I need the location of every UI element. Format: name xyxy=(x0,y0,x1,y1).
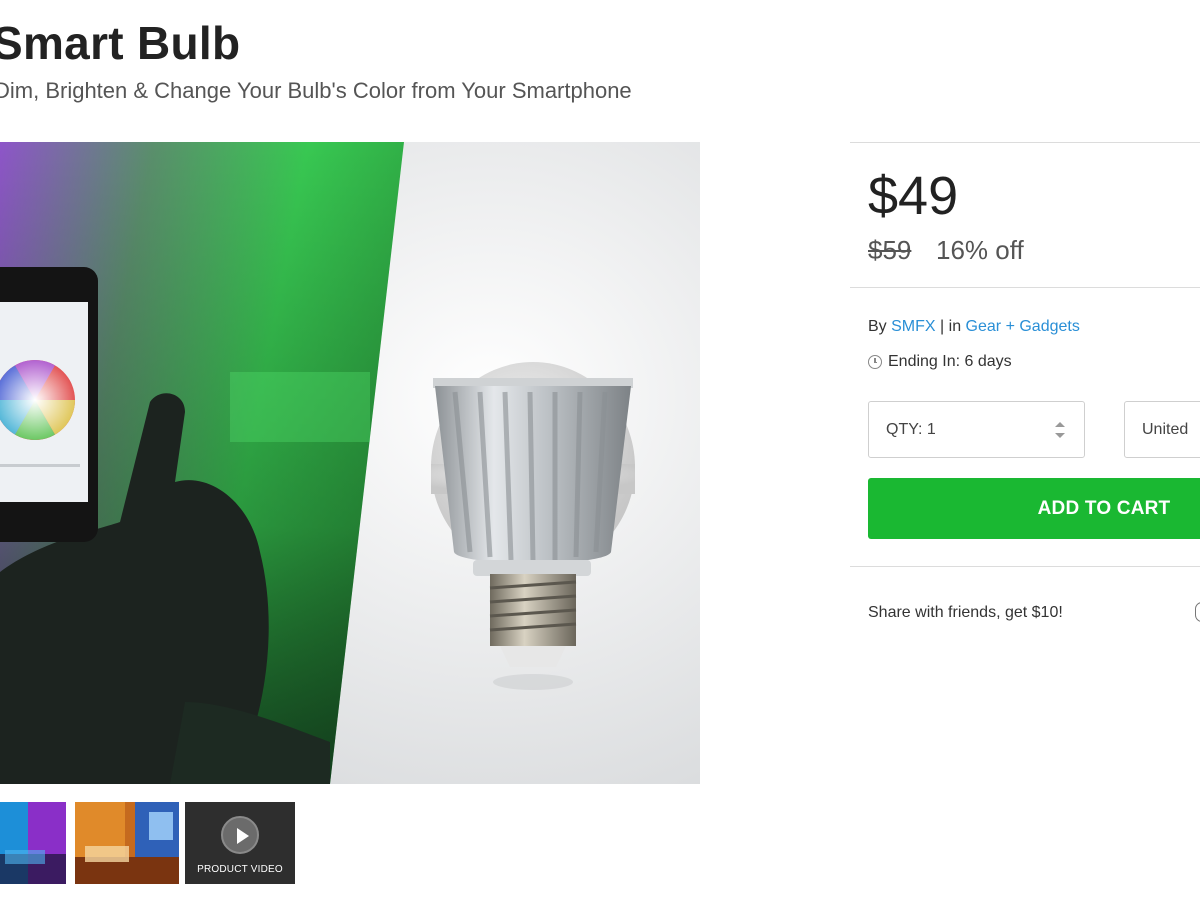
category-link[interactable]: Gear + Gadgets xyxy=(966,318,1080,335)
divider xyxy=(850,566,1200,567)
country-value: United xyxy=(1142,421,1189,438)
discount-label: 16% off xyxy=(936,235,1024,265)
add-to-cart-button[interactable]: ADD TO CART xyxy=(868,478,1200,539)
thumbnail-1[interactable] xyxy=(0,802,66,884)
sale-ending: Ending In: 6 days xyxy=(868,353,1012,371)
product-video-label: PRODUCT VIDEO xyxy=(197,864,283,875)
quantity-value: QTY: 1 xyxy=(886,421,936,438)
main-product-image[interactable] xyxy=(0,142,700,784)
vendor-link[interactable]: SMFX xyxy=(891,318,935,335)
sale-price: $49 xyxy=(868,166,959,226)
bedroom-orange-light-photo xyxy=(75,802,179,884)
divider xyxy=(850,287,1200,288)
vendor-byline: By SMFX | in Gear + Gadgets xyxy=(868,318,1080,336)
in-prefix: in xyxy=(948,318,962,335)
share-text: Share with friends, get $10! xyxy=(868,604,1063,621)
by-prefix: By xyxy=(868,318,887,335)
country-select[interactable]: United xyxy=(1124,401,1200,458)
clock-icon xyxy=(868,355,882,369)
play-icon xyxy=(221,816,259,854)
divider xyxy=(850,142,1200,143)
byline-separator: | xyxy=(940,318,945,335)
product-subtitle: Dim, Brighten & Change Your Bulb's Color… xyxy=(0,78,632,103)
up-down-arrows-icon xyxy=(1054,420,1066,442)
thumbnail-2[interactable] xyxy=(75,802,179,884)
product-photo xyxy=(0,142,700,784)
ending-text: Ending In: 6 days xyxy=(888,353,1012,370)
product-title: Smart Bulb xyxy=(0,17,241,69)
add-to-cart-label: ADD TO CART xyxy=(1037,498,1171,519)
quantity-select[interactable]: QTY: 1 xyxy=(868,401,1085,458)
original-price: $59 xyxy=(868,235,912,265)
share-info-icon[interactable] xyxy=(1195,602,1200,622)
product-video-thumbnail[interactable]: PRODUCT VIDEO xyxy=(185,802,295,884)
bedroom-purple-light-photo xyxy=(0,802,66,884)
